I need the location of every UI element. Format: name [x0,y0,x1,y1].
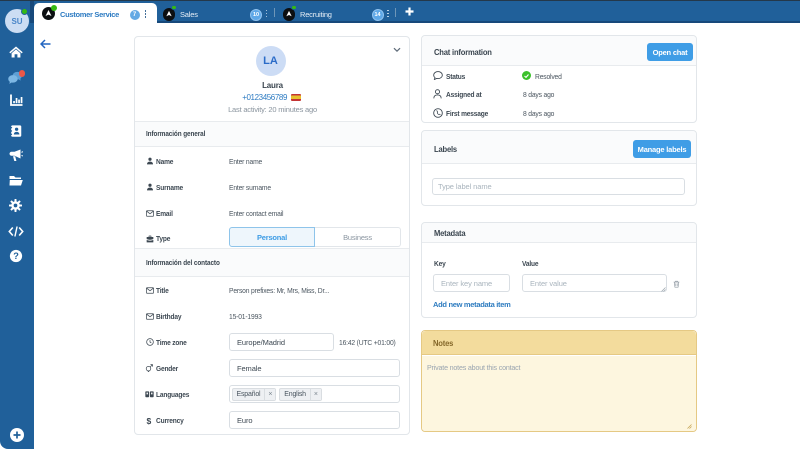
svg-text:?: ? [13,251,19,261]
